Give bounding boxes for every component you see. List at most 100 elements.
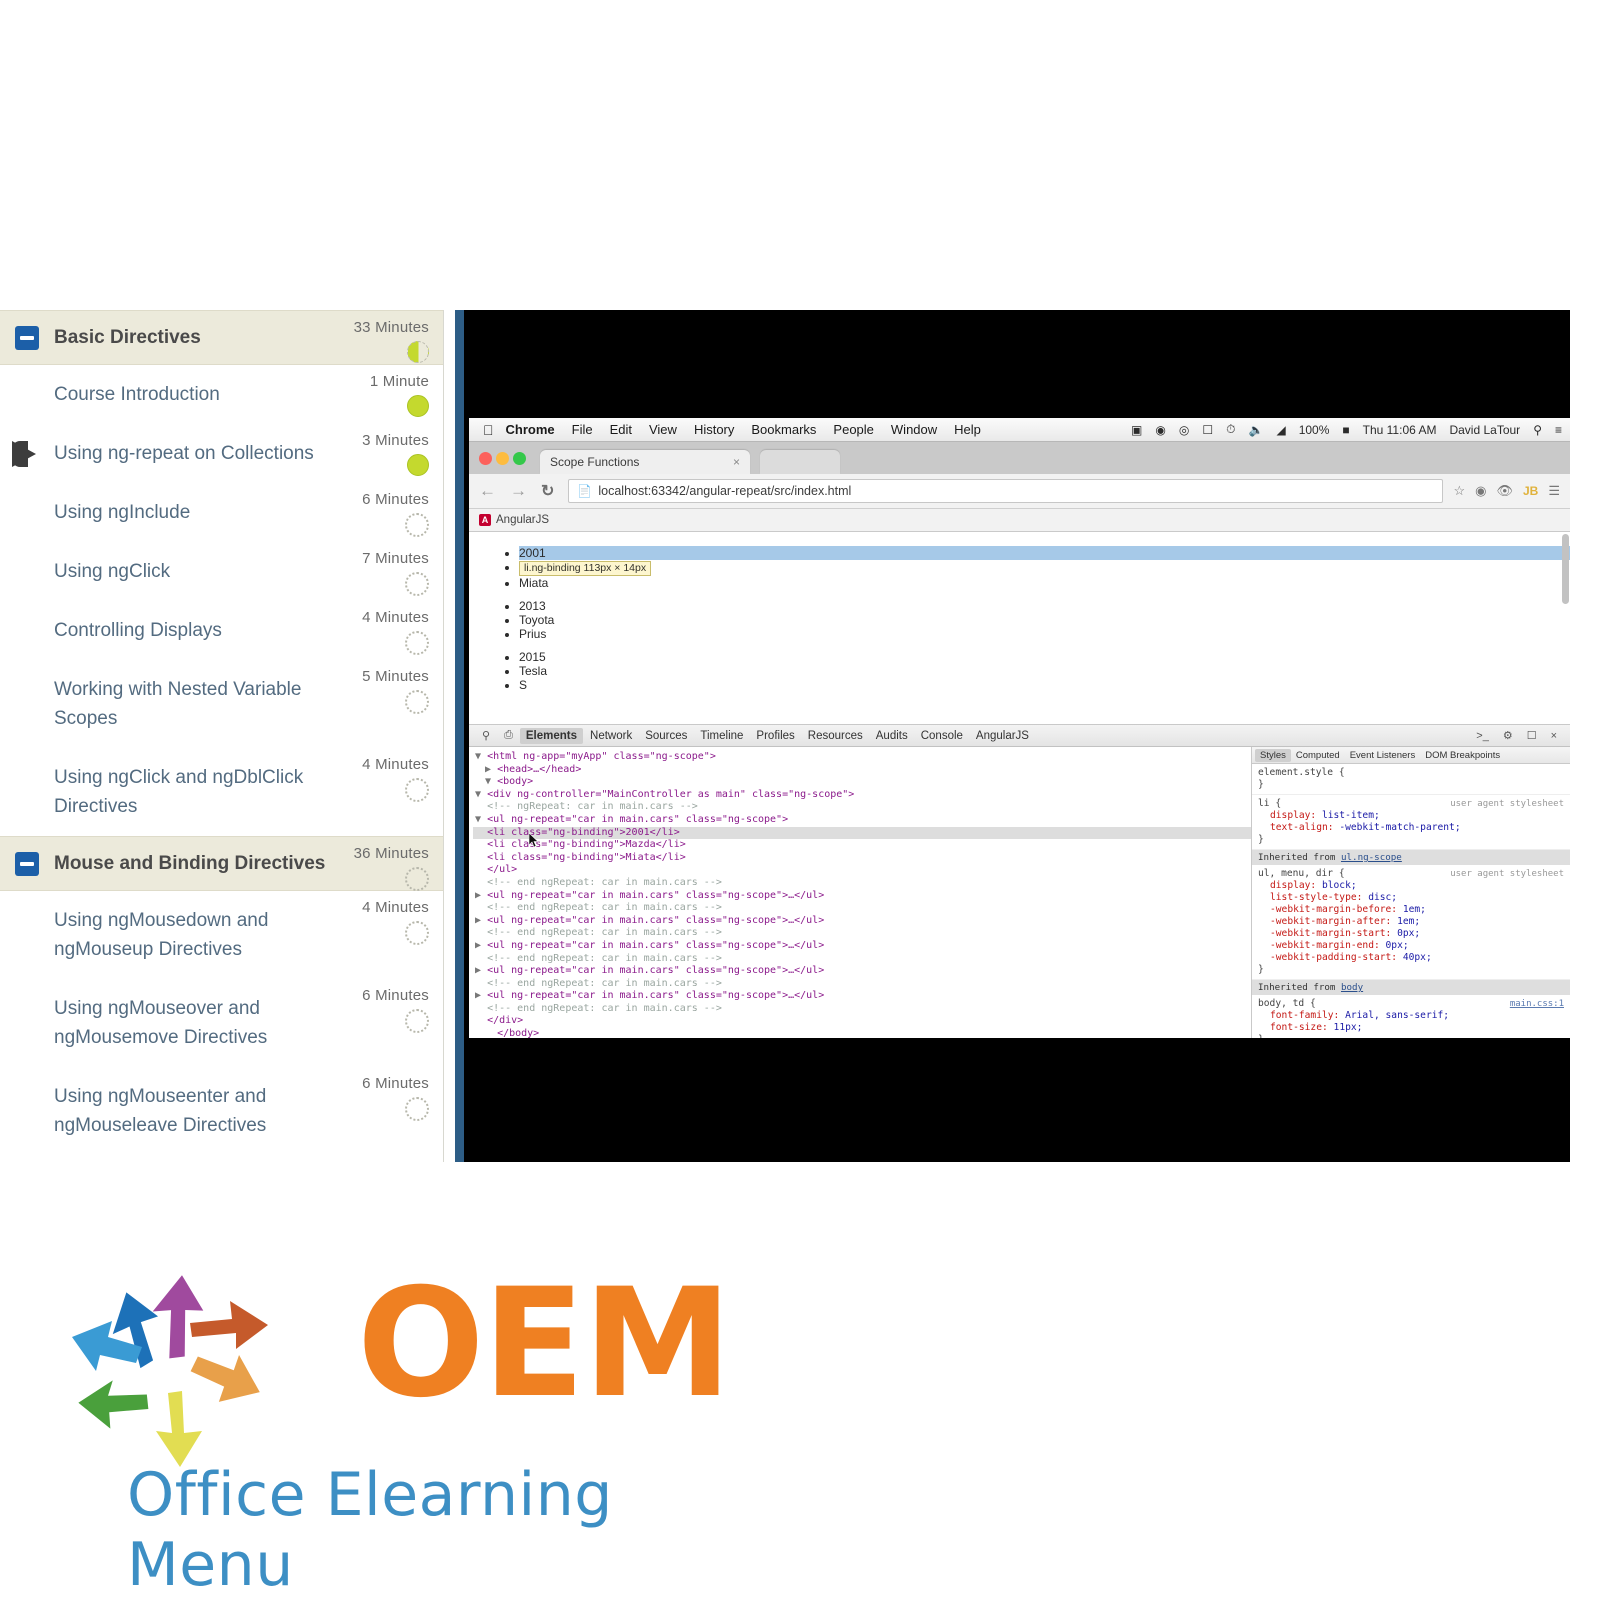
minus-icon[interactable]	[15, 325, 39, 350]
style-selector[interactable]: element.style {	[1258, 767, 1345, 778]
style-selector[interactable]: li {	[1258, 798, 1281, 809]
list-icon[interactable]: ≡	[1555, 423, 1562, 437]
style-rule[interactable]: li {user agent stylesheet display: list-i…	[1252, 795, 1570, 850]
dom-node-line[interactable]: ▶ <ul ng-repeat="car in main.cars" class…	[473, 990, 1251, 1003]
dom-node-line[interactable]: <li class="ng-binding">Mazda</li>	[473, 839, 1251, 852]
menu-people[interactable]: People	[833, 422, 873, 437]
apple-icon[interactable]: 	[483, 422, 494, 438]
dom-node-line[interactable]: <li class="ng-binding">Miata</li>	[473, 852, 1251, 865]
dom-node-line[interactable]: <!-- end ngRepeat: car in main.cars -->	[473, 902, 1251, 915]
search-icon[interactable]: ⚲	[1533, 423, 1542, 437]
bookmark-angularjs[interactable]: AngularJS	[496, 514, 549, 526]
outline-lesson[interactable]: Working with Nested Variable Scopes 5 Min…	[0, 660, 443, 748]
console-drawer-icon[interactable]: >_	[1476, 730, 1489, 742]
course-outline-sidebar[interactable]: Basic Directives 33 Minutes Course Introdu…	[0, 310, 444, 1162]
bookmarks-bar[interactable]: A AngularJS	[469, 509, 1570, 532]
inherited-selector-link[interactable]: body	[1341, 982, 1363, 993]
style-declaration[interactable]: list-style-type: disc;	[1258, 892, 1564, 904]
dom-node-line[interactable]: ▶ <head>…</head>	[473, 764, 1251, 777]
hamburger-icon[interactable]: ☰	[1548, 483, 1560, 499]
menu-help[interactable]: Help	[954, 422, 981, 437]
timemachine-icon[interactable]: ⏱	[1226, 422, 1235, 437]
devtools-tab-sources[interactable]: Sources	[639, 728, 693, 744]
list-item[interactable]: Toyota	[519, 613, 1570, 627]
dom-node-line[interactable]: <!-- ngRepeat: car in main.cars -->	[473, 801, 1251, 814]
dom-node-line[interactable]: </ul>	[473, 864, 1251, 877]
star-icon[interactable]: ☆	[1453, 483, 1465, 499]
zoom-button[interactable]	[513, 452, 526, 465]
devtools-panel[interactable]: ⚲ ⎙ Elements Network Sources Timeline Pr…	[469, 725, 1570, 1038]
style-declaration[interactable]: -webkit-margin-after: 1em;	[1258, 916, 1564, 928]
volume-icon[interactable]: 🔈	[1249, 423, 1264, 437]
menu-view[interactable]: View	[649, 422, 677, 437]
outline-lesson[interactable]: Using ngMouseenter and ngMouseleave Dire…	[0, 1067, 443, 1155]
lesson-video[interactable]:  Chrome File Edit View History Bookmark…	[455, 310, 1570, 1162]
target-icon[interactable]: ◉	[1475, 483, 1486, 499]
style-selector[interactable]: ul, menu, dir {	[1258, 868, 1345, 879]
dom-node-line[interactable]: ▼ <div ng-controller="MainController as …	[473, 789, 1251, 802]
devtools-tab-resources[interactable]: Resources	[802, 728, 869, 744]
outline-section[interactable]: Mouse and Binding Directives 36 Minutes	[0, 836, 443, 891]
styles-tab-computed[interactable]: Computed	[1291, 749, 1345, 762]
browser-tab[interactable]: Scope Functions ×	[540, 450, 750, 474]
style-selector[interactable]: body, td {	[1258, 998, 1316, 1009]
battery-icon[interactable]: ■	[1342, 423, 1349, 437]
outline-lesson[interactable]: Using ngInclude 6 Minutes	[0, 483, 443, 542]
devtools-toolbar[interactable]: ⚲ ⎙ Elements Network Sources Timeline Pr…	[469, 725, 1570, 747]
dom-node-line[interactable]: ▶ <ul ng-repeat="car in main.cars" class…	[473, 965, 1251, 978]
dom-node-line[interactable]: ▼ <body>	[473, 776, 1251, 789]
list-item[interactable]: 2001	[519, 546, 1570, 560]
dom-node-line[interactable]: <li class="ng-binding">2001</li>	[473, 826, 1251, 840]
arrow-right-icon[interactable]: →	[510, 481, 527, 501]
camera-icon[interactable]: ◉	[1155, 423, 1165, 437]
dom-node-line[interactable]: <!-- end ngRepeat: car in main.cars -->	[473, 877, 1251, 890]
list-item[interactable]: Tesla	[519, 664, 1570, 678]
style-declaration[interactable]: -webkit-margin-before: 1em;	[1258, 904, 1564, 916]
page-scrollbar[interactable]	[1562, 534, 1569, 604]
dom-node-line[interactable]: <!-- end ngRepeat: car in main.cars -->	[473, 953, 1251, 966]
dom-node-line[interactable]: ▶ <ul ng-repeat="car in main.cars" class…	[473, 940, 1251, 953]
style-source[interactable]: main.css:1	[1510, 998, 1564, 1010]
close-icon[interactable]: ×	[733, 455, 740, 469]
menu-bookmarks[interactable]: Bookmarks	[751, 422, 816, 437]
style-declaration[interactable]: font-size: 11px;	[1258, 1022, 1564, 1034]
dom-node-line[interactable]: <!-- end ngRepeat: car in main.cars -->	[473, 1003, 1251, 1016]
dom-node-line[interactable]: </div>	[473, 1015, 1251, 1028]
dom-tree[interactable]: ▼ <html ng-app="myApp" class="ng-scope">…	[469, 747, 1251, 1038]
styles-tabs[interactable]: Styles Computed Event Listeners DOM Brea…	[1252, 747, 1570, 764]
chrome-tabstrip[interactable]: Scope Functions ×	[469, 442, 1570, 474]
devtools-tab-angularjs[interactable]: AngularJS	[970, 728, 1035, 744]
menubar-user[interactable]: David LaTour	[1449, 423, 1520, 437]
menu-chrome[interactable]: Chrome	[506, 422, 555, 437]
devtools-tab-profiles[interactable]: Profiles	[750, 728, 800, 744]
record-icon[interactable]: ◎	[1179, 423, 1189, 437]
menu-window[interactable]: Window	[891, 422, 937, 437]
devtools-tab-elements[interactable]: Elements	[519, 727, 584, 744]
dom-node-line[interactable]: ▶ <ul ng-repeat="car in main.cars" class…	[473, 890, 1251, 903]
outline-lesson[interactable]: Using ngMouseover and ngMousemove Direct…	[0, 979, 443, 1067]
close-button[interactable]	[479, 452, 492, 465]
arrow-left-icon[interactable]: ←	[479, 481, 496, 501]
outline-lesson[interactable]: Using ngClick 7 Minutes	[0, 542, 443, 601]
style-rule[interactable]: body, td {main.css:1 font-family: Arial, …	[1252, 995, 1570, 1038]
wifi-icon[interactable]: ◢	[1276, 423, 1285, 437]
browser-tab-placeholder[interactable]	[760, 450, 840, 474]
style-declaration[interactable]: text-align: -webkit-match-parent;	[1258, 822, 1564, 834]
dom-node-line[interactable]: <!-- end ngRepeat: car in main.cars -->	[473, 927, 1251, 940]
airplay-icon[interactable]: ☐	[1202, 423, 1213, 437]
list-item[interactable]: li.ng-binding 113px × 14px	[519, 560, 1570, 576]
style-declaration[interactable]: -webkit-padding-start: 40px;	[1258, 952, 1564, 964]
dom-node-line[interactable]: <!-- end ngRepeat: car in main.cars -->	[473, 978, 1251, 991]
inspect-element-icon[interactable]: ⎙	[504, 729, 513, 742]
list-item[interactable]: 2013	[519, 599, 1570, 613]
menubar-clock[interactable]: Thu 11:06 AM	[1363, 423, 1437, 437]
outline-lesson[interactable]: Using ngClick and ngDblClick Directives 4…	[0, 748, 443, 836]
close-icon[interactable]: ×	[1551, 730, 1557, 742]
chrome-omnibox-bar[interactable]: ← → ↻ 📄 localhost:63342/angular-repeat/s…	[469, 474, 1570, 509]
devtools-tab-timeline[interactable]: Timeline	[694, 728, 749, 744]
jb-icon[interactable]: JB	[1523, 484, 1538, 498]
menu-file[interactable]: File	[572, 422, 593, 437]
menu-history[interactable]: History	[694, 422, 734, 437]
eye-icon[interactable]: 👁	[1496, 483, 1513, 499]
reload-icon[interactable]: ↻	[541, 481, 554, 501]
